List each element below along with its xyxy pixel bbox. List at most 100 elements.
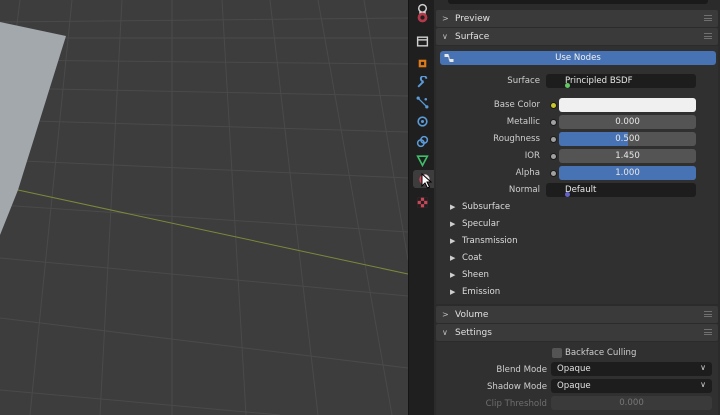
clip-threshold-label: Clip Threshold xyxy=(485,399,547,409)
normal-input-selector[interactable]: Default xyxy=(546,183,696,197)
viewport-grid xyxy=(0,0,408,415)
float-socket-icon[interactable] xyxy=(551,120,556,125)
base-color-label: Base Color xyxy=(493,100,540,110)
modifier-tab[interactable] xyxy=(412,73,432,91)
backface-culling-label: Backface Culling xyxy=(565,348,637,358)
constraints-tab[interactable] xyxy=(412,132,432,150)
roughness-value: 0.500 xyxy=(615,134,640,144)
surface-shader-selector[interactable]: Principled BSDF xyxy=(546,74,696,88)
panel-header-surface[interactable]: ∨ Surface xyxy=(436,28,718,45)
blend-mode-dropdown[interactable]: Opaque ∨ xyxy=(551,362,712,376)
blend-mode-value: Opaque xyxy=(557,364,591,374)
texture-icon xyxy=(417,197,427,207)
base-color-swatch[interactable] xyxy=(559,98,696,112)
ior-label: IOR xyxy=(524,151,540,161)
shadow-mode-dropdown[interactable]: Opaque ∨ xyxy=(551,379,712,393)
surface-panel-body: Use Nodes Surface Principled BSDF Base C… xyxy=(436,46,718,304)
use-nodes-button[interactable]: Use Nodes xyxy=(440,51,716,65)
normal-label: Normal xyxy=(508,185,540,195)
surface-label: Surface xyxy=(507,76,540,86)
chevron-down-icon: ∨ xyxy=(442,32,448,41)
triangle-right-icon: ▶ xyxy=(450,203,456,211)
ior-field[interactable]: 1.450 xyxy=(559,149,696,163)
physics-icon xyxy=(416,115,428,127)
material-slot-header xyxy=(448,0,708,4)
panel-header-volume[interactable]: > Volume xyxy=(436,306,718,323)
alpha-value: 1.000 xyxy=(615,168,640,178)
subpanel-transmission[interactable]: ▶ Transmission xyxy=(450,234,518,248)
panel-title: Settings xyxy=(455,327,492,338)
roughness-slider[interactable]: 0.500 xyxy=(559,132,696,146)
world-icon xyxy=(417,12,427,22)
normal-value: Default xyxy=(565,185,597,195)
chevron-down-icon: ∨ xyxy=(442,328,448,337)
panel-title: Preview xyxy=(455,13,491,24)
subpanel-sheen[interactable]: ▶ Sheen xyxy=(450,268,489,282)
subpanel-label: Sheen xyxy=(462,270,489,280)
float-socket-icon[interactable] xyxy=(551,137,556,142)
chevron-down-icon: ∨ xyxy=(700,380,706,389)
subpanel-label: Specular xyxy=(462,219,500,229)
metallic-label: Metallic xyxy=(506,117,540,127)
chevron-right-icon: > xyxy=(442,14,449,23)
chevron-right-icon: > xyxy=(442,310,449,319)
triangle-right-icon: ▶ xyxy=(450,237,456,245)
constraints-icon xyxy=(416,135,428,147)
particles-tab[interactable] xyxy=(412,93,432,111)
triangle-right-icon: ▶ xyxy=(450,271,456,279)
particles-icon xyxy=(416,96,428,108)
drag-handle-icon[interactable] xyxy=(704,329,712,335)
shadow-mode-value: Opaque xyxy=(557,381,591,391)
clip-threshold-field: 0.000 xyxy=(551,396,712,410)
subpanel-emission[interactable]: ▶ Emission xyxy=(450,285,500,299)
chevron-down-icon: ∨ xyxy=(700,363,706,372)
collection-icon xyxy=(416,35,428,47)
object-data-tab[interactable] xyxy=(412,151,432,169)
physics-tab[interactable] xyxy=(412,112,432,130)
texture-tab[interactable] xyxy=(412,193,432,211)
collection-tab[interactable] xyxy=(412,32,432,50)
triangle-right-icon: ▶ xyxy=(450,220,456,228)
subpanel-label: Transmission xyxy=(462,236,518,246)
alpha-slider[interactable]: 1.000 xyxy=(559,166,696,180)
drag-handle-icon[interactable] xyxy=(704,311,712,317)
panel-header-settings[interactable]: ∨ Settings xyxy=(436,324,718,341)
subpanel-label: Subsurface xyxy=(462,202,511,212)
modifier-icon xyxy=(416,75,427,88)
mouse-cursor-icon xyxy=(421,173,433,189)
clip-threshold-value: 0.000 xyxy=(619,398,644,408)
alpha-label: Alpha xyxy=(515,168,540,178)
settings-panel-body: Backface Culling Blend Mode Opaque ∨ Sha… xyxy=(436,342,718,415)
float-socket-icon[interactable] xyxy=(551,171,556,176)
world-tab[interactable] xyxy=(412,8,432,26)
panel-title: Surface xyxy=(455,31,490,42)
roughness-label: Roughness xyxy=(493,134,540,144)
subpanel-label: Emission xyxy=(462,287,501,297)
triangle-right-icon: ▶ xyxy=(450,254,456,262)
3d-viewport[interactable] xyxy=(0,0,408,415)
subpanel-subsurface[interactable]: ▶ Subsurface xyxy=(450,200,510,214)
shadow-mode-label: Shadow Mode xyxy=(486,382,547,392)
subpanel-specular[interactable]: ▶ Specular xyxy=(450,217,500,231)
properties-tab-strip xyxy=(408,0,435,415)
backface-culling-checkbox[interactable] xyxy=(552,348,562,358)
object-data-icon xyxy=(415,154,429,167)
blend-mode-label: Blend Mode xyxy=(496,365,547,375)
subpanel-coat[interactable]: ▶ Coat xyxy=(450,251,482,265)
object-tab[interactable] xyxy=(412,54,432,72)
ior-value: 1.450 xyxy=(615,151,640,161)
triangle-right-icon: ▶ xyxy=(450,288,456,296)
color-socket-icon[interactable] xyxy=(551,103,556,108)
panel-title: Volume xyxy=(455,309,489,320)
float-socket-icon[interactable] xyxy=(551,154,556,159)
use-nodes-label: Use Nodes xyxy=(555,53,601,63)
surface-shader-value: Principled BSDF xyxy=(565,76,633,86)
metallic-value: 0.000 xyxy=(615,117,640,127)
drag-handle-icon[interactable] xyxy=(704,15,712,21)
panel-header-preview[interactable]: > Preview xyxy=(436,10,718,27)
drag-handle-icon[interactable] xyxy=(704,33,712,39)
metallic-field[interactable]: 0.000 xyxy=(559,115,696,129)
properties-editor: > Preview ∨ Surface Use Nodes Surface Pr… xyxy=(434,0,720,415)
object-icon xyxy=(418,59,426,67)
node-tree-icon xyxy=(444,54,454,62)
